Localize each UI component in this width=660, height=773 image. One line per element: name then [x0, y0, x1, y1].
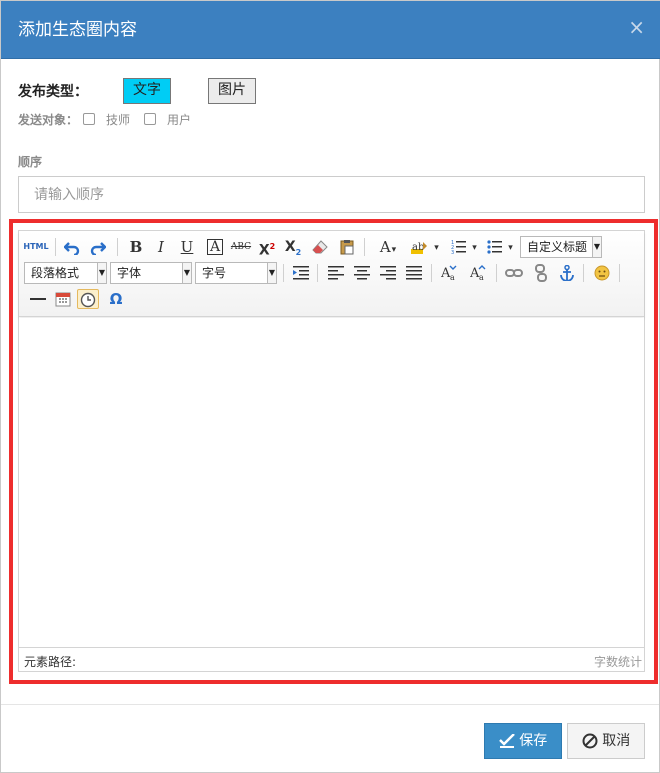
- unlink-icon[interactable]: [530, 263, 552, 283]
- anchor-icon[interactable]: [556, 263, 578, 283]
- toolbar-separator: [55, 238, 56, 256]
- paste-plain-icon[interactable]: [336, 237, 358, 257]
- toolbar-separator: [619, 264, 620, 282]
- redo-icon[interactable]: [87, 237, 109, 257]
- bold-icon[interactable]: B: [125, 237, 147, 257]
- font-size-select[interactable]: 字号 ▼: [195, 262, 277, 284]
- element-path-label: 元素路径:: [24, 655, 77, 669]
- close-icon[interactable]: ×: [628, 16, 645, 38]
- order-input[interactable]: [18, 176, 645, 213]
- rich-text-editor: HTML B I U A ABC X2 X2 A ▾ ab ▾ 1 2 3 ▾ …: [18, 230, 645, 672]
- toolbar-separator: [117, 238, 118, 256]
- toolbar-separator: [431, 264, 432, 282]
- target-user-checkbox[interactable]: [144, 113, 156, 125]
- dialog-header: 添加生态圈内容 ×: [1, 1, 660, 59]
- toolbar-separator: [317, 264, 318, 282]
- svg-text:a: a: [450, 273, 455, 281]
- align-right-icon[interactable]: [377, 263, 399, 283]
- toolbar-separator: [583, 264, 584, 282]
- backcolor-icon[interactable]: ab: [409, 237, 441, 257]
- html-icon[interactable]: HTML: [23, 237, 49, 257]
- editor-content-area[interactable]: [19, 318, 644, 646]
- svg-text:a: a: [479, 273, 484, 281]
- order-label: 顺序: [18, 155, 43, 169]
- special-char-icon[interactable]: Ω: [105, 289, 127, 309]
- svg-text:3: 3: [451, 250, 454, 255]
- strikethrough-icon[interactable]: ABC: [229, 237, 253, 257]
- cancel-button[interactable]: 取消: [567, 723, 645, 759]
- emotion-icon[interactable]: [591, 263, 613, 283]
- add-ecosystem-content-dialog: 添加生态圈内容 × 发布类型： 文字 图片 发送对象： 技师 用户 顺序 HTM…: [0, 0, 660, 773]
- fontborder-icon[interactable]: A: [204, 237, 226, 257]
- ordered-list-icon[interactable]: 123: [449, 237, 479, 257]
- undo-icon[interactable]: [61, 237, 83, 257]
- custom-title-select[interactable]: 自定义标题 ▼: [520, 236, 602, 258]
- forecolor-icon[interactable]: A: [373, 237, 403, 257]
- superscript-icon[interactable]: X2: [256, 237, 278, 259]
- chevron-down-icon: ▼: [267, 263, 276, 283]
- checkmark-icon: [498, 734, 515, 748]
- type-text-button[interactable]: 文字: [123, 78, 171, 104]
- save-label: 保存: [519, 733, 548, 749]
- time-icon[interactable]: [77, 289, 99, 309]
- eraser-icon[interactable]: [309, 237, 331, 257]
- justify-icon[interactable]: [403, 263, 425, 283]
- lowercase-icon[interactable]: Aa: [468, 263, 490, 283]
- toolbar-separator: [496, 264, 497, 282]
- underline-icon[interactable]: U: [176, 237, 198, 257]
- uppercase-icon[interactable]: Aa: [439, 263, 461, 283]
- paragraph-format-select[interactable]: 段落格式 ▼: [24, 262, 107, 284]
- chevron-down-icon: ▼: [97, 263, 106, 283]
- svg-text:ab: ab: [412, 242, 424, 253]
- toolbar-separator: [364, 238, 365, 256]
- align-center-icon[interactable]: [351, 263, 373, 283]
- font-family-select[interactable]: 字体 ▼: [110, 262, 192, 284]
- chevron-down-icon: ▼: [182, 263, 191, 283]
- dialog-title: 添加生态圈内容: [18, 20, 137, 40]
- editor-toolbar: HTML B I U A ABC X2 X2 A ▾ ab ▾ 1 2 3 ▾ …: [19, 231, 644, 317]
- save-button[interactable]: 保存: [484, 723, 562, 759]
- footer-divider: [1, 704, 659, 705]
- date-icon[interactable]: [52, 289, 74, 309]
- send-target-label: 发送对象：: [18, 113, 79, 127]
- target-technician-label: 技师: [106, 113, 131, 127]
- target-technician-checkbox[interactable]: [83, 113, 95, 125]
- chevron-down-icon: ▼: [592, 237, 601, 257]
- italic-icon[interactable]: I: [150, 237, 172, 257]
- ban-icon: [582, 733, 598, 749]
- link-icon[interactable]: [503, 263, 525, 283]
- target-user-label: 用户: [167, 113, 192, 127]
- horizontal-rule-icon[interactable]: [27, 289, 49, 309]
- toolbar-separator: [283, 264, 284, 282]
- subscript-icon[interactable]: X2: [282, 237, 304, 257]
- indent-icon[interactable]: [290, 263, 312, 283]
- unordered-list-icon[interactable]: [485, 237, 515, 257]
- type-image-button[interactable]: 图片: [208, 78, 256, 104]
- word-count-label: 字数统计: [593, 655, 642, 669]
- publish-type-label: 发布类型：: [18, 84, 88, 100]
- align-left-icon[interactable]: [325, 263, 347, 283]
- cancel-label: 取消: [602, 733, 631, 749]
- editor-statusbar: 元素路径: 字数统计: [19, 647, 644, 671]
